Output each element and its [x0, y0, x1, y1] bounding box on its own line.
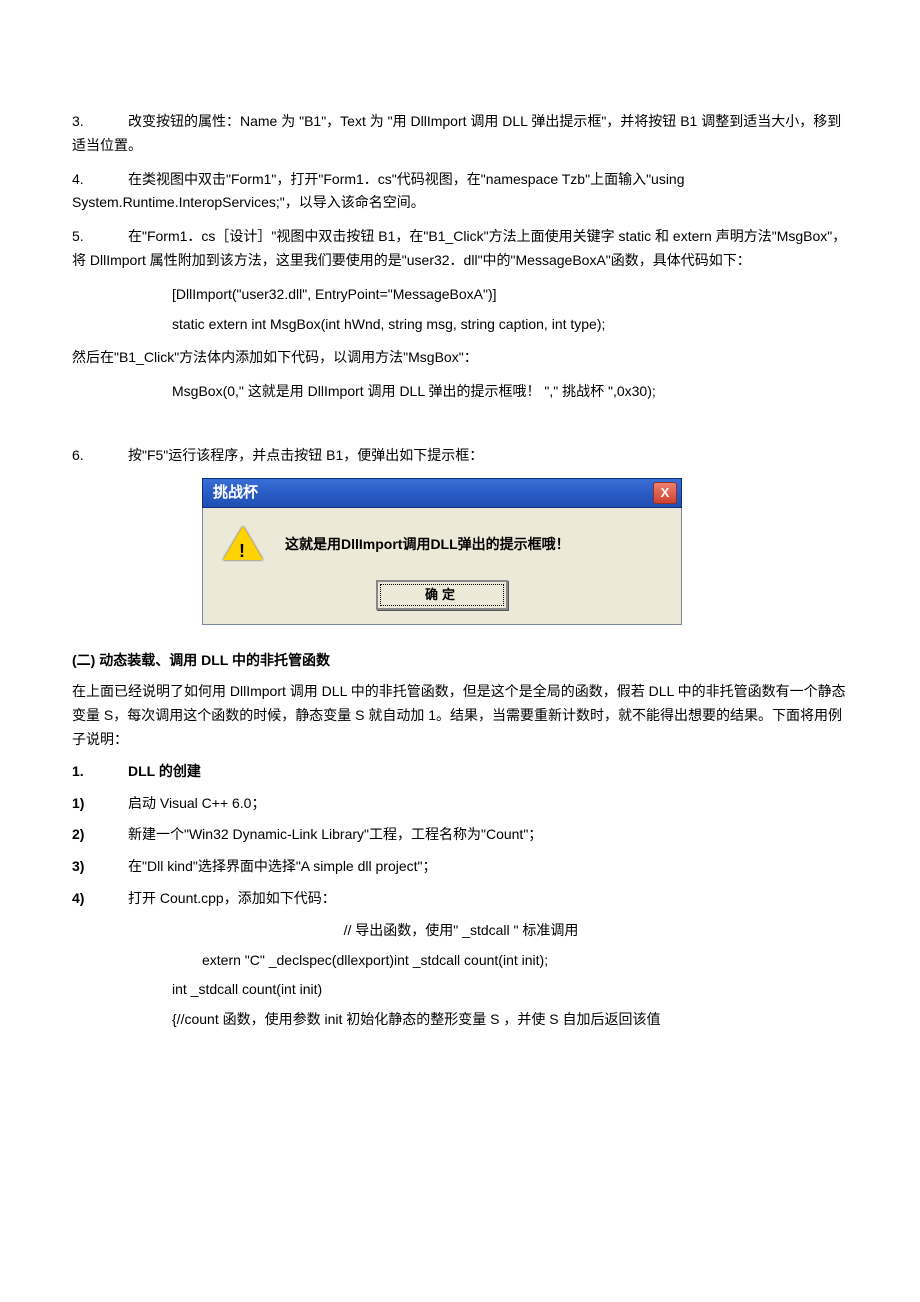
section-2-para: 在上面已经说明了如何用 DllImport 调用 DLL 中的非托管函数，但是这… [72, 680, 850, 751]
sub-text: 在"Dll kind"选择界面中选择"A simple dll project"… [128, 858, 437, 874]
warning-icon [223, 526, 263, 560]
step-4: 4.在类视图中双击"Form1"，打开"Form1．cs"代码视图，在"name… [72, 168, 850, 216]
code-extern-c: extern "C" _declspec(dllexport)int _stdc… [202, 949, 850, 973]
step-num: 4. [72, 168, 128, 192]
then-text: 然后在"B1_Click"方法体内添加如下代码，以调用方法"MsgBox"： [72, 346, 850, 370]
step-num: 3. [72, 110, 128, 134]
h3-text: DLL 的创建 [128, 763, 201, 779]
step-text: 在类视图中双击"Form1"，打开"Form1．cs"代码视图，在"namesp… [72, 171, 685, 211]
substep-3: 3)在"Dll kind"选择界面中选择"A simple dll projec… [72, 855, 850, 879]
sub-num: 2) [72, 823, 128, 847]
step-3: 3.改变按钮的属性：Name 为 "B1"，Text 为 "用 DllImpor… [72, 110, 850, 158]
step-text: 改变按钮的属性：Name 为 "B1"，Text 为 "用 DllImport … [72, 113, 841, 153]
h3-num: 1. [72, 760, 128, 784]
sub-text: 启动 Visual C++ 6.0； [128, 795, 265, 811]
code-fn-decl: int _stdcall count(int init) [172, 978, 850, 1002]
messagebox-dialog: 挑战杯 X 这就是用DllImport调用DLL弹出的提示框哦！ 确定 [202, 478, 682, 625]
step-text: 按"F5"运行该程序，并点击按钮 B1，便弹出如下提示框： [128, 447, 483, 463]
step-num: 5. [72, 225, 128, 249]
dialog-body: 这就是用DllImport调用DLL弹出的提示框哦！ 确定 [202, 508, 682, 625]
step-5: 5.在"Form1．cs［设计］"视图中双击按钮 B1，在"B1_Click"方… [72, 225, 850, 273]
close-icon[interactable]: X [653, 482, 677, 504]
substep-4: 4)打开 Count.cpp，添加如下代码： [72, 887, 850, 911]
sub-num: 3) [72, 855, 128, 879]
sub-text: 打开 Count.cpp，添加如下代码： [128, 890, 336, 906]
code-dllimport-attr: [DllImport("user32.dll", EntryPoint="Mes… [172, 283, 850, 307]
section-2-heading: (二) 动态装载、调用 DLL 中的非托管函数 [72, 649, 850, 673]
sub-num: 1) [72, 792, 128, 816]
dialog-message: 这就是用DllImport调用DLL弹出的提示框哦！ [285, 533, 570, 557]
step-num: 6. [72, 444, 128, 468]
code-comment-export: // 导出函数，使用" _stdcall " 标准调用 [72, 919, 850, 943]
ok-button[interactable]: 确定 [376, 580, 508, 610]
dialog-title: 挑战杯 [213, 480, 258, 506]
code-extern-decl: static extern int MsgBox(int hWnd, strin… [172, 313, 850, 337]
substep-1: 1)启动 Visual C++ 6.0； [72, 792, 850, 816]
dialog-titlebar: 挑战杯 X [202, 478, 682, 508]
step-text: 在"Form1．cs［设计］"视图中双击按钮 B1，在"B1_Click"方法上… [72, 228, 846, 268]
sub-num: 4) [72, 887, 128, 911]
code-msgbox-call: MsgBox(0," 这就是用 DllImport 调用 DLL 弹出的提示框哦… [172, 380, 850, 404]
substep-2: 2)新建一个"Win32 Dynamic-Link Library"工程，工程名… [72, 823, 850, 847]
sub-text: 新建一个"Win32 Dynamic-Link Library"工程，工程名称为… [128, 826, 542, 842]
step-6: 6.按"F5"运行该程序，并点击按钮 B1，便弹出如下提示框： [72, 444, 850, 468]
code-fn-body: {//count 函数，使用参数 init 初始化静态的整形变量 S ，并使 S… [172, 1008, 850, 1032]
subheading-dll-create: 1.DLL 的创建 [72, 760, 850, 784]
